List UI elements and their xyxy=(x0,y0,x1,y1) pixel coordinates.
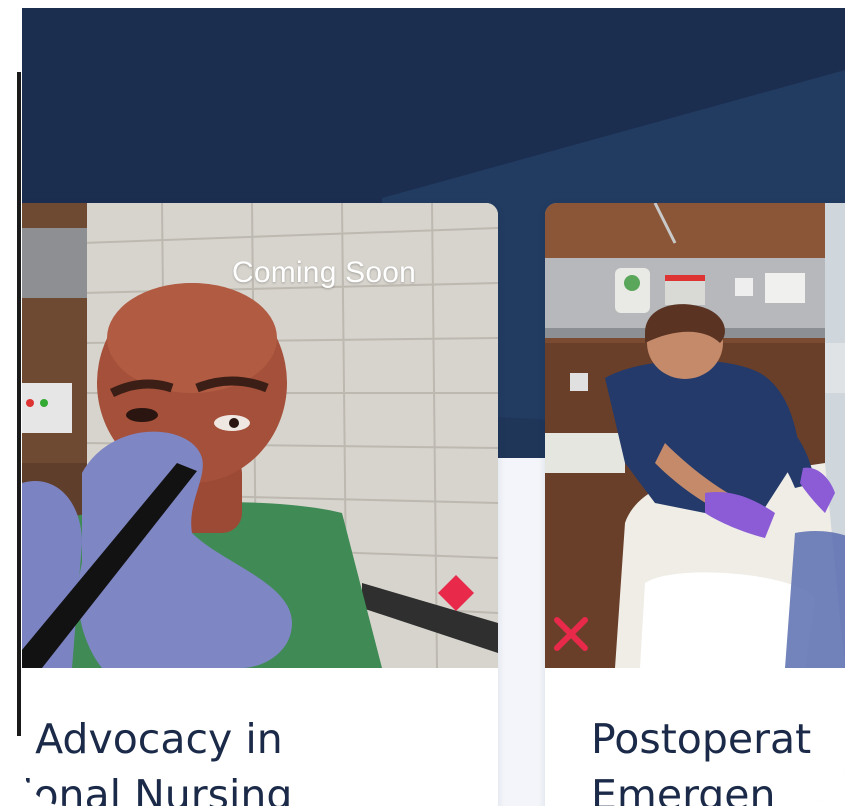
course-card[interactable]: Postoperat Emergen xyxy=(545,203,845,806)
course-card[interactable]: Coming Soon t Advocacy in tional Nursing xyxy=(22,203,498,806)
course-title-line-2: Emergen xyxy=(591,771,776,806)
vr-patient-scene-image: Coming Soon xyxy=(22,203,498,668)
page-frame: Coming Soon t Advocacy in tional Nursing xyxy=(22,8,845,806)
course-title-line-1: Postoperat xyxy=(591,715,812,763)
vr-nurse-bedside-scene-image xyxy=(545,203,845,668)
course-title-line-2: tional Nursing xyxy=(22,771,293,806)
coming-soon-badge: Coming Soon xyxy=(232,256,416,289)
course-card-title[interactable]: t Advocacy in tional Nursing xyxy=(22,711,292,806)
course-card-title[interactable]: Postoperat Emergen xyxy=(591,711,811,806)
screen: Coming Soon t Advocacy in tional Nursing xyxy=(0,0,845,806)
course-title-line-1: t Advocacy in xyxy=(22,715,283,763)
left-divider xyxy=(17,72,21,736)
